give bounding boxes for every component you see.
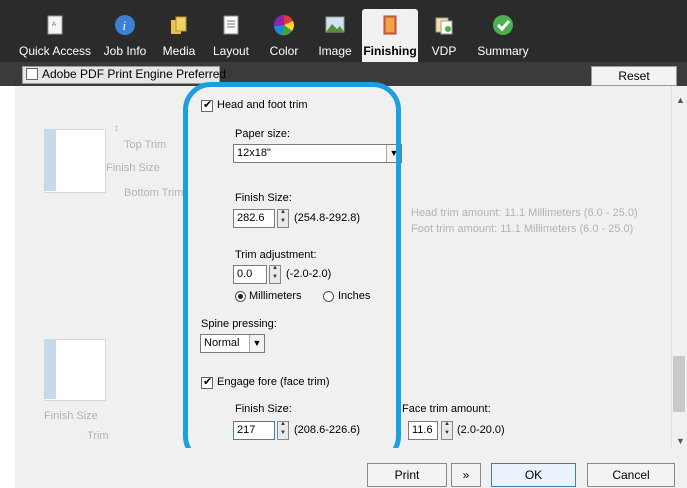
quick-access-icon: A bbox=[47, 15, 63, 35]
color-wheel-icon bbox=[273, 14, 294, 36]
trim-caption: Trim bbox=[87, 430, 109, 442]
top-trim-label: Top Trim bbox=[124, 139, 167, 151]
scroll-down-icon[interactable]: ▼ bbox=[676, 436, 685, 446]
foot-trim-amount: Foot trim amount: 11.1 Millimeters (6.0 … bbox=[411, 223, 634, 235]
tab-vdp[interactable]: VDP bbox=[424, 0, 464, 62]
more-options-button[interactable]: » bbox=[451, 463, 481, 487]
bottom-trim-label: Bottom Trim bbox=[124, 187, 184, 199]
scrollbar-thumb[interactable] bbox=[673, 356, 685, 412]
vdp-icon bbox=[435, 17, 453, 35]
tab-layout[interactable]: Layout bbox=[206, 0, 256, 62]
pdf-engine-label: Adobe PDF Print Engine Preferred bbox=[42, 67, 227, 81]
svg-text:A: A bbox=[52, 22, 56, 28]
finish-size-label: Finish Size bbox=[106, 162, 160, 174]
pdf-engine-checkbox[interactable] bbox=[26, 68, 38, 80]
ok-button[interactable]: OK bbox=[491, 463, 576, 487]
finish-size-caption: Finish Size bbox=[44, 410, 98, 422]
print-button[interactable]: Print bbox=[367, 463, 447, 487]
layout-icon bbox=[223, 15, 239, 35]
tab-finishing[interactable]: Finishing bbox=[362, 9, 418, 62]
image-icon bbox=[325, 16, 345, 33]
tab-color[interactable]: Color bbox=[262, 0, 306, 62]
face-trim-amount-stepper[interactable] bbox=[441, 421, 453, 440]
info-icon: i bbox=[115, 15, 135, 35]
book-spine-2 bbox=[44, 339, 56, 399]
tab-image[interactable]: Image bbox=[312, 0, 358, 62]
tab-summary[interactable]: Summary bbox=[474, 0, 532, 62]
summary-check-icon bbox=[493, 15, 513, 35]
face-trim-amount-range: (2.0-20.0) bbox=[457, 424, 505, 436]
highlight-annotation bbox=[183, 82, 401, 464]
media-icon bbox=[171, 16, 187, 34]
tab-media[interactable]: Media bbox=[157, 0, 201, 62]
face-trim-amount-label: Face trim amount: bbox=[402, 403, 491, 415]
cancel-button[interactable]: Cancel bbox=[587, 463, 675, 487]
head-trim-amount: Head trim amount: 11.1 Millimeters (6.0 … bbox=[411, 207, 638, 219]
tab-quick-access[interactable]: A Quick Access bbox=[17, 0, 93, 62]
book-spine bbox=[44, 129, 56, 191]
tab-job-info[interactable]: i Job Info bbox=[98, 0, 152, 62]
scroll-up-icon[interactable]: ▲ bbox=[676, 95, 685, 105]
top-trim-caption: ↕ bbox=[114, 123, 119, 134]
finishing-icon bbox=[383, 15, 397, 35]
face-trim-amount-input[interactable]: 11.6 bbox=[408, 421, 438, 440]
svg-text:i: i bbox=[123, 18, 127, 33]
reset-button[interactable]: Reset bbox=[591, 66, 677, 86]
